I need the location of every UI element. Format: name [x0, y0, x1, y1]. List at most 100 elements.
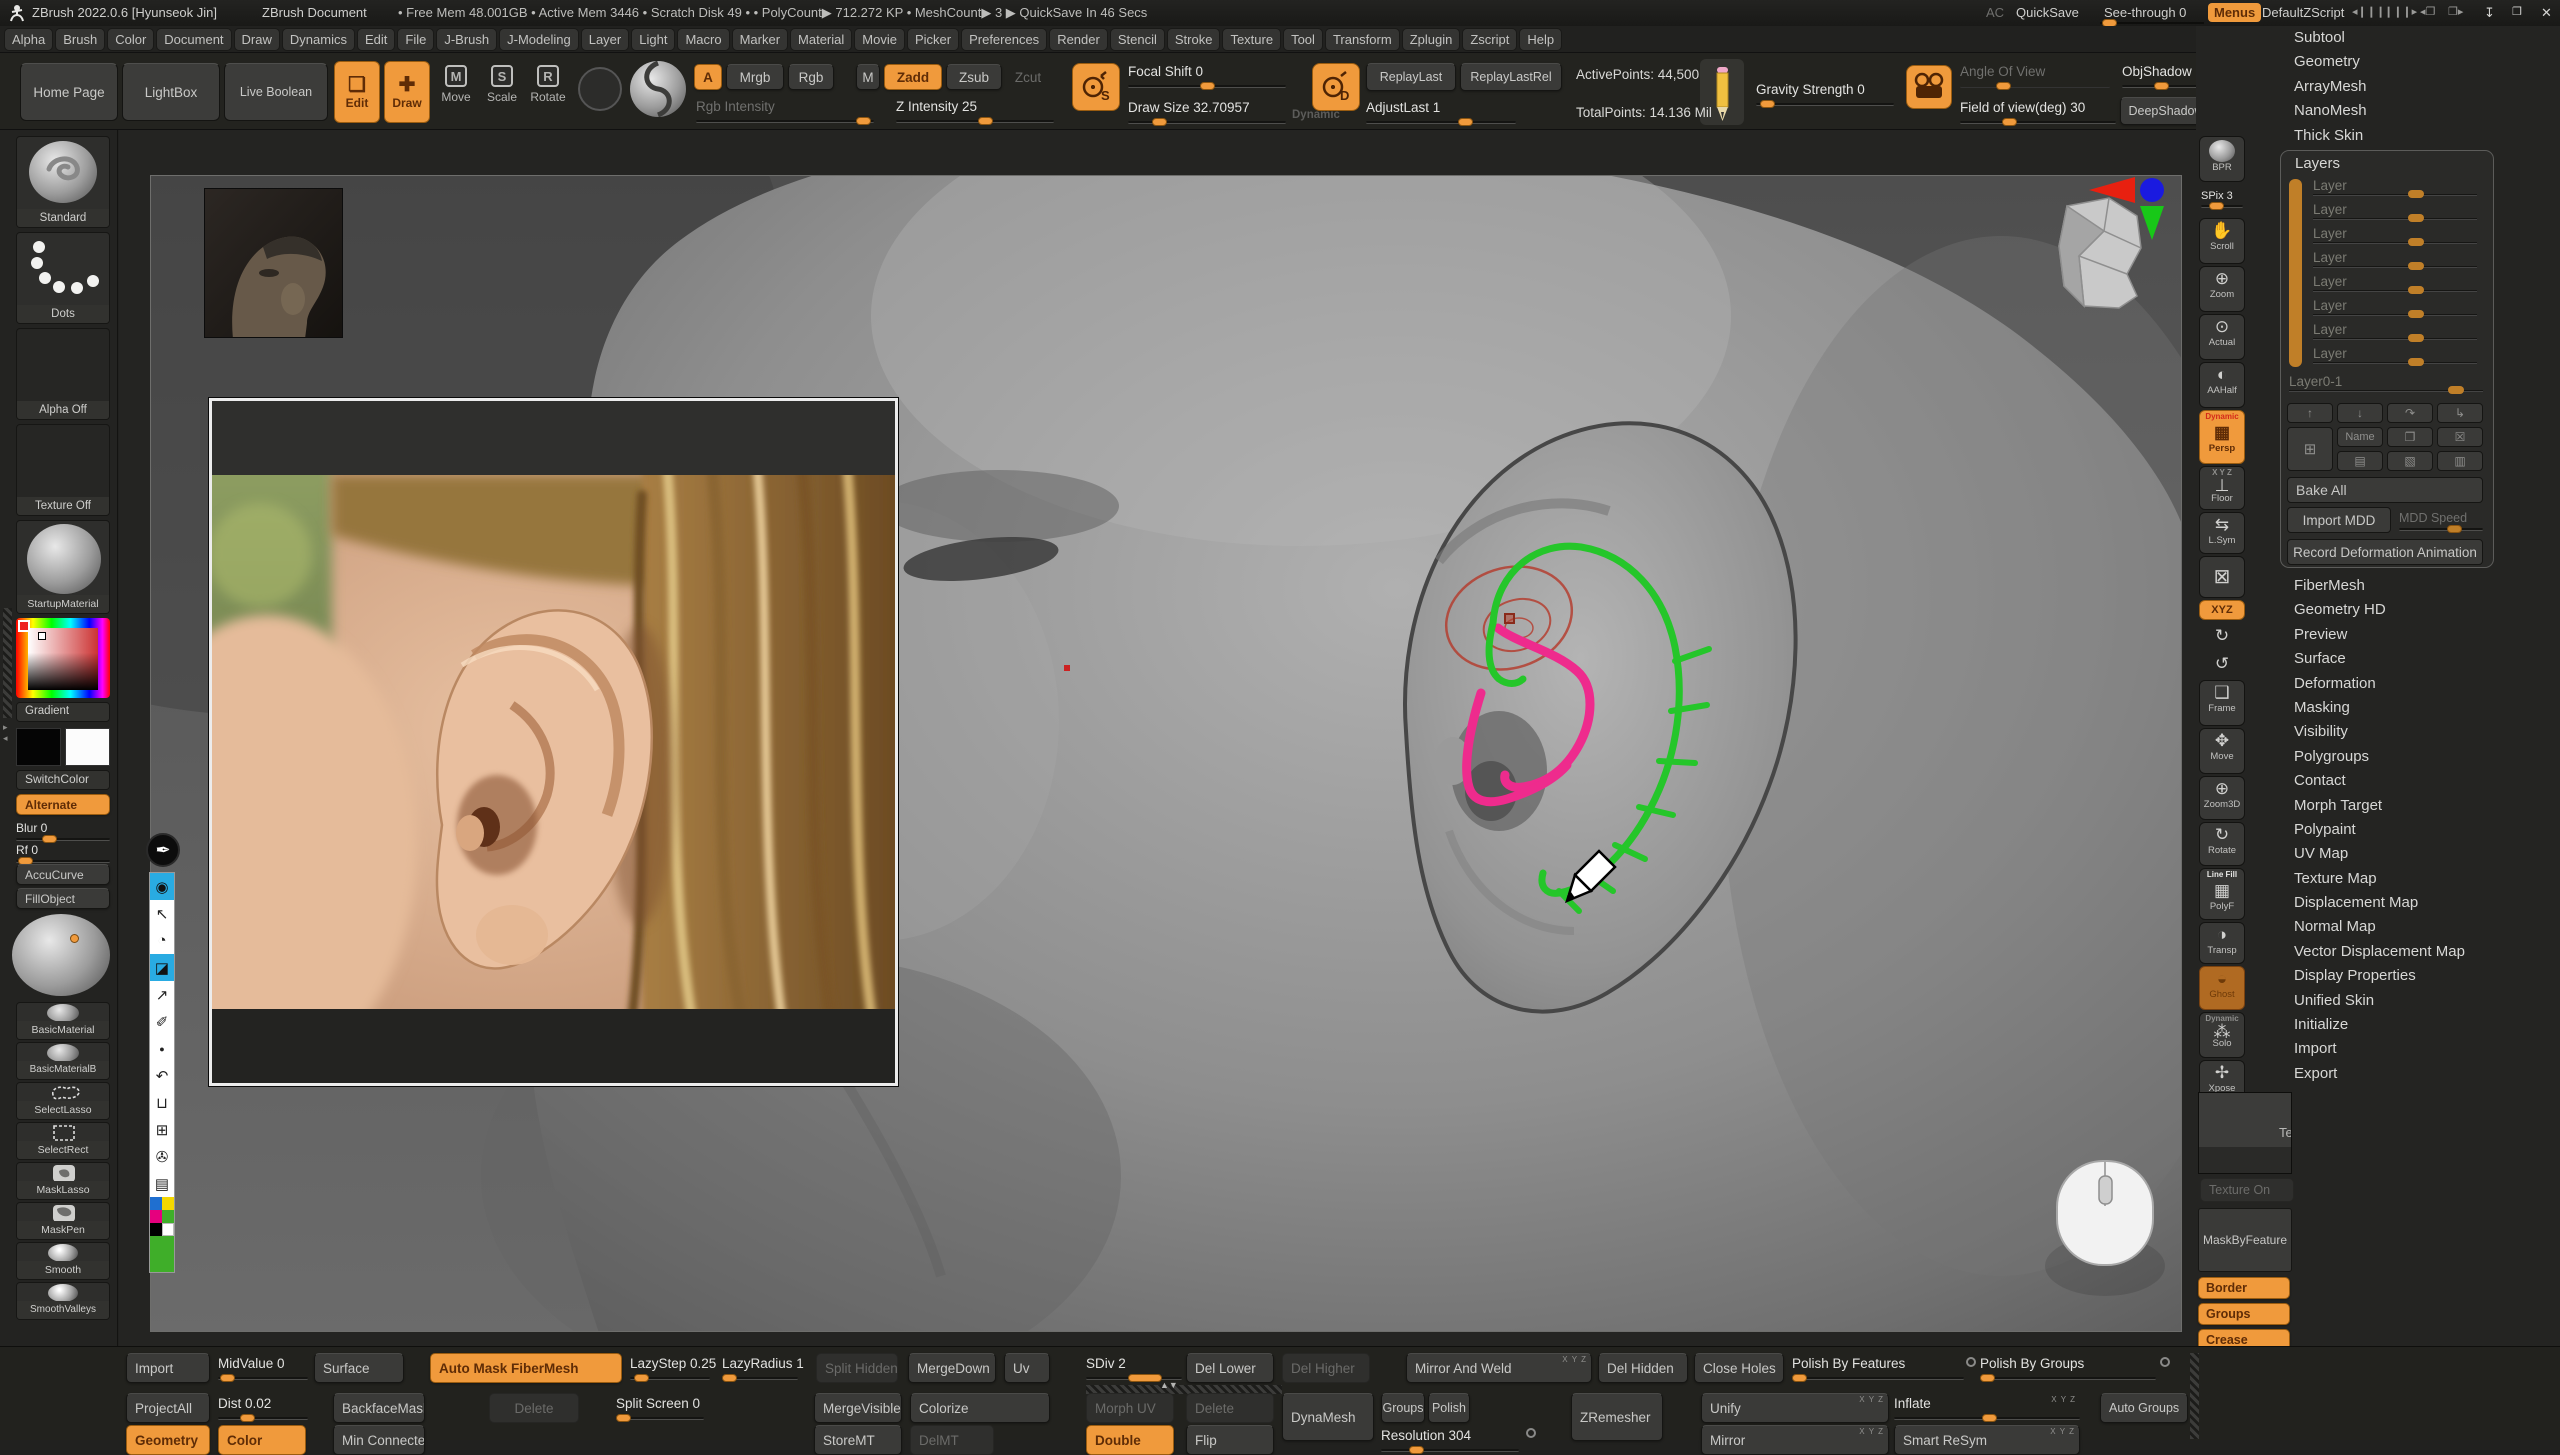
menu-item[interactable]: Transform: [1325, 28, 1400, 51]
eye-icon[interactable]: ◉: [150, 873, 174, 900]
alpha-off[interactable]: Alpha Off: [16, 328, 110, 420]
palette-section[interactable]: Initialize: [2196, 1013, 2560, 1037]
divider-right-icon[interactable]: ❙❙❙▸: [2384, 5, 2417, 18]
polish-by-features-slider[interactable]: Polish By Features: [1792, 1355, 1964, 1380]
palette-section[interactable]: Display Properties: [2196, 964, 2560, 988]
border-button[interactable]: Border: [2198, 1277, 2290, 1299]
secondary-color-swatch[interactable]: [65, 728, 110, 766]
accucurve-button[interactable]: AccuCurve: [16, 864, 110, 885]
menus-button[interactable]: Menus: [2208, 3, 2261, 22]
rf-slider[interactable]: Rf 0: [16, 841, 110, 863]
startup-material[interactable]: StartupMaterial: [16, 520, 110, 614]
menu-item[interactable]: Brush: [55, 28, 105, 51]
annotation-toolbar[interactable]: ✒ ◉ ↖ ◔ ◪ ↗ ✐ ● ↶ ⊔ ⊞ ✇ ▤: [146, 833, 178, 867]
menu-item[interactable]: Help: [1519, 28, 1562, 51]
menu-item[interactable]: Stroke: [1167, 28, 1221, 51]
palette-section[interactable]: Contact: [2196, 769, 2560, 793]
material-basic-b[interactable]: BasicMaterialB: [16, 1042, 110, 1080]
ear-reference-panel[interactable]: [209, 398, 898, 1086]
palette-section[interactable]: Thick Skin: [2196, 124, 2560, 148]
brush-smooth[interactable]: Smooth: [16, 1242, 110, 1280]
floor-button[interactable]: X Y Z ⊥Floor: [2199, 466, 2245, 510]
blur-slider[interactable]: Blur 0: [16, 819, 110, 841]
layer-delete-button[interactable]: ☒: [2437, 427, 2483, 447]
layer-new-button[interactable]: ⊞: [2287, 427, 2333, 471]
layer-name-button[interactable]: Name: [2337, 427, 2383, 447]
midvalue-slider[interactable]: MidValue 0: [218, 1355, 308, 1380]
dist-slider[interactable]: Dist 0.02: [218, 1395, 308, 1420]
sv-marker[interactable]: [38, 632, 46, 640]
palette-section[interactable]: UV Map: [2196, 842, 2560, 866]
palette-section[interactable]: NanoMesh: [2196, 99, 2560, 123]
backfacemask-button[interactable]: BackfaceMask: [333, 1393, 425, 1423]
palette-section[interactable]: Geometry HD: [2196, 598, 2560, 622]
edit-button[interactable]: ❏ Edit: [334, 61, 380, 123]
layer-branch-button[interactable]: ↳: [2437, 403, 2483, 423]
brush-smooth-valleys[interactable]: SmoothValleys: [16, 1282, 110, 1320]
mergedown-button[interactable]: MergeDown: [908, 1353, 996, 1383]
surface-button[interactable]: Surface: [314, 1353, 404, 1383]
material-preview-sphere[interactable]: [12, 914, 110, 996]
viewport-canvas[interactable]: ✒ ◉ ↖ ◔ ◪ ↗ ✐ ● ↶ ⊔ ⊞ ✇ ▤: [119, 130, 2196, 1346]
focal-shift-slider[interactable]: Focal Shift 0: [1128, 63, 1286, 88]
double-button[interactable]: Double: [1086, 1425, 1174, 1455]
see-through-track[interactable]: [2100, 22, 2204, 24]
palette-section[interactable]: ArrayMesh: [2196, 75, 2560, 99]
zadd-button[interactable]: Zadd: [884, 64, 942, 90]
draw-size-slider[interactable]: Draw Size 32.70957: [1128, 99, 1286, 124]
delete-button-1[interactable]: Delete: [489, 1393, 579, 1423]
stroke-dots[interactable]: Dots: [16, 232, 110, 324]
clipboard-icon[interactable]: ▤: [150, 1170, 174, 1197]
layer-up-button[interactable]: ↑: [2287, 403, 2333, 423]
layer-row[interactable]: Layer: [2313, 249, 2477, 273]
live-boolean-button[interactable]: Live Boolean: [224, 63, 328, 121]
dock-left-icon[interactable]: ◂❐: [2420, 5, 2435, 18]
palette-section[interactable]: Export: [2196, 1062, 2560, 1086]
fill-object-button[interactable]: FillObject: [16, 888, 110, 909]
menu-item[interactable]: Document: [156, 28, 231, 51]
lazyradius-slider[interactable]: LazyRadius 1: [722, 1355, 798, 1380]
palette-section[interactable]: Visibility: [2196, 720, 2560, 744]
menu-item[interactable]: Zscript: [1462, 28, 1517, 51]
see-through-slider[interactable]: See-through 0: [2104, 5, 2186, 20]
lightbox-button[interactable]: LightBox: [122, 63, 220, 121]
tray-divider-arrows[interactable]: ▸◂: [3, 722, 8, 744]
menu-item[interactable]: Stencil: [1110, 28, 1165, 51]
layer-merge-button[interactable]: ▤: [2337, 451, 2383, 471]
palette-section[interactable]: FiberMesh: [2196, 574, 2560, 598]
mdd-speed-slider[interactable]: MDD Speed: [2399, 509, 2483, 531]
palette-section[interactable]: Texture Map: [2196, 867, 2560, 891]
layer-row[interactable]: Layer: [2313, 273, 2477, 297]
layers-header[interactable]: Layers: [2295, 155, 2340, 172]
hue-marker[interactable]: [18, 620, 30, 632]
layer-row[interactable]: Layer: [2313, 225, 2477, 249]
tray-divider-handle[interactable]: [3, 608, 12, 718]
alternate-button[interactable]: Alternate: [16, 794, 110, 815]
import-mdd-button[interactable]: Import MDD: [2287, 507, 2391, 533]
menu-item[interactable]: Preferences: [961, 28, 1047, 51]
draw-button[interactable]: ✚ Draw: [384, 61, 430, 123]
menu-item[interactable]: J-Modeling: [499, 28, 579, 51]
split-screen-slider[interactable]: Split Screen 0: [616, 1395, 704, 1420]
swatch-magenta[interactable]: [150, 1210, 162, 1223]
texture-thumbnail[interactable]: Te: [2198, 1092, 2292, 1174]
swatch-black[interactable]: [150, 1223, 162, 1236]
mrgb-button[interactable]: Mrgb: [726, 64, 784, 90]
auto-groups-button[interactable]: Auto Groups: [2100, 1393, 2188, 1423]
palette-section[interactable]: Deformation: [2196, 672, 2560, 696]
color-toggle-button[interactable]: Color: [218, 1425, 306, 1455]
z-intensity-slider[interactable]: Z Intensity 25: [896, 98, 1054, 123]
layer-row[interactable]: Layer: [2313, 177, 2477, 201]
brush-standard[interactable]: Standard: [16, 136, 110, 228]
actual-button[interactable]: ⊙Actual: [2199, 314, 2245, 360]
layer-row[interactable]: Layer: [2313, 201, 2477, 225]
lazystep-slider[interactable]: LazyStep 0.25: [630, 1355, 710, 1380]
select-rect[interactable]: SelectRect: [16, 1122, 110, 1160]
default-zscript-button[interactable]: DefaultZScript: [2262, 5, 2344, 20]
bake-all-button[interactable]: Bake All: [2287, 477, 2483, 503]
current-stroke-icon[interactable]: [630, 61, 686, 117]
camera-icon[interactable]: [1906, 65, 1952, 109]
scale-button[interactable]: S Scale: [482, 65, 522, 104]
layer-down-button[interactable]: ↓: [2337, 403, 2383, 423]
persp-button[interactable]: Dynamic ▦Persp: [2199, 410, 2245, 464]
